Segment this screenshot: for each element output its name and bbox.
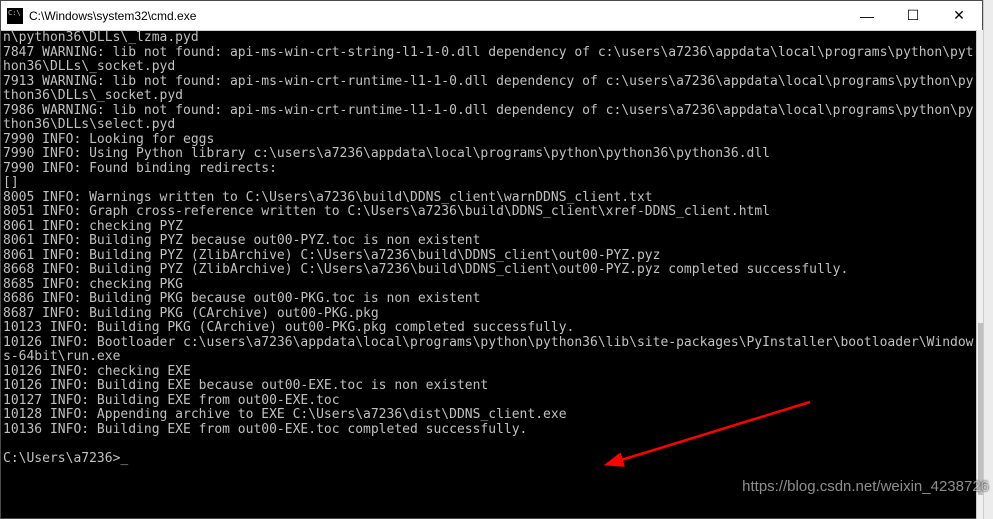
maximize-button[interactable]: ☐ [890,1,936,30]
titlebar[interactable]: C:\Windows\system32\cmd.exe — ☐ ✕ [1,1,982,31]
window-title: C:\Windows\system32\cmd.exe [29,9,844,23]
watermark: https://blog.csdn.net/weixin_4238726 [742,478,989,495]
cmd-icon [7,8,23,24]
window-controls: — ☐ ✕ [844,1,982,30]
minimize-button[interactable]: — [844,1,890,30]
cursor: _ [120,452,128,467]
close-button[interactable]: ✕ [936,1,982,30]
prompt-line[interactable]: C:\Users\a7236> [3,451,120,466]
side-strip [983,0,993,519]
console-output[interactable]: n\python36\DLLs\_lzma.pyd 7847 WARNING: … [1,31,982,518]
cmd-window: C:\Windows\system32\cmd.exe — ☐ ✕ n\pyth… [0,0,983,519]
